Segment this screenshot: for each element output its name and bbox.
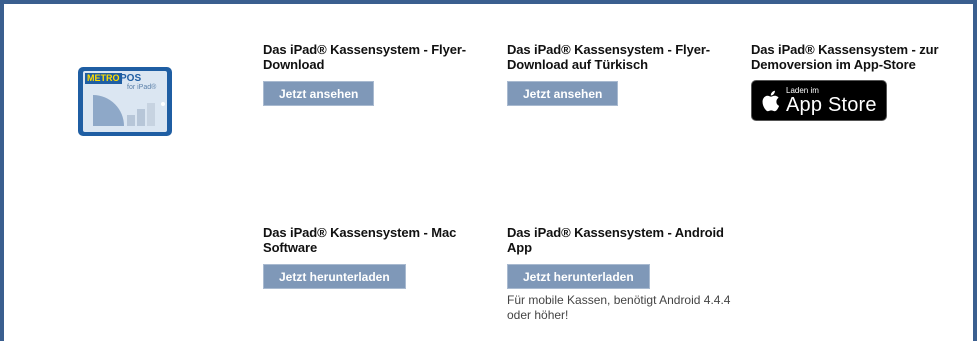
metro-pos-logo: METRO POS for iPad® (78, 67, 172, 136)
item-title: Das iPad® Kassensystem - Android App (507, 225, 724, 255)
download-mac-button[interactable]: Jetzt herunterladen (263, 264, 406, 289)
apple-icon (762, 90, 780, 111)
app-store-big-label: App Store (786, 93, 877, 116)
download-android-button[interactable]: Jetzt herunterladen (507, 264, 650, 289)
android-requirement-note: Für mobile Kassen, benötigt Android 4.4.… (507, 293, 731, 322)
ipad-home-button-icon (161, 102, 165, 106)
item-title: Das iPad® Kassensystem - Flyer-Download (263, 42, 467, 72)
download-item-flyer-turkish: Das iPad® Kassensystem - Flyer-Download … (507, 42, 732, 106)
view-flyer-turkish-button[interactable]: Jetzt ansehen (507, 81, 619, 106)
download-item-mac-software: Das iPad® Kassensystem - Mac Software Je… (263, 225, 478, 289)
item-title: Das iPad® Kassensystem - zur Demoversion… (751, 42, 939, 72)
app-store-text: Laden im App Store (786, 86, 877, 116)
logo-screen: METRO POS for iPad® (83, 71, 167, 132)
view-flyer-button[interactable]: Jetzt ansehen (263, 81, 375, 106)
app-store-badge[interactable]: Laden im App Store (751, 80, 887, 121)
item-title: Das iPad® Kassensystem - Mac Software (263, 225, 457, 255)
download-item-app-store: Das iPad® Kassensystem - zur Demoversion… (751, 42, 971, 121)
download-item-flyer: Das iPad® Kassensystem - Flyer-Download … (263, 42, 478, 106)
item-title: Das iPad® Kassensystem - Flyer-Download … (507, 42, 711, 72)
logo-pie-graphic-icon (93, 95, 155, 126)
download-item-android-app: Das iPad® Kassensystem - Android App Jet… (507, 225, 732, 323)
